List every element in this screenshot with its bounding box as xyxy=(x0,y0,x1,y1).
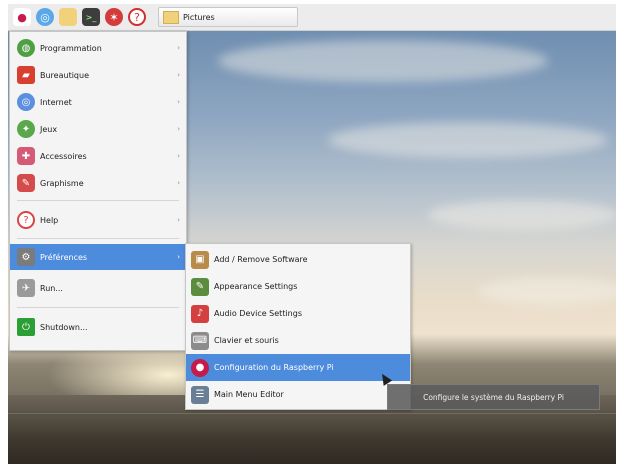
programming-icon: ◍ xyxy=(17,39,35,57)
raspberry-pi-menu-icon[interactable]: ● xyxy=(13,8,31,26)
chevron-right-icon: › xyxy=(177,179,180,187)
menu-item-label: Shutdown... xyxy=(40,322,88,332)
menu-item-programming[interactable]: ◍ Programmation › xyxy=(10,35,186,61)
submenu-item-raspberry-pi-configuration[interactable]: ● Configuration du Raspberry Pi xyxy=(186,354,410,381)
menu-separator xyxy=(17,307,179,308)
office-icon: ▰ xyxy=(17,66,35,84)
submenu-item-audio-device-settings[interactable]: ♪ Audio Device Settings xyxy=(186,300,410,327)
menu-item-office[interactable]: ▰ Bureautique › xyxy=(10,62,186,88)
chevron-right-icon: › xyxy=(177,44,180,52)
submenu-item-appearance-settings[interactable]: ✎ Appearance Settings xyxy=(186,273,410,300)
chevron-right-icon: › xyxy=(177,71,180,79)
submenu-item-label: Appearance Settings xyxy=(214,282,298,291)
menu-item-label: Jeux xyxy=(40,124,58,134)
menu-item-preferences[interactable]: ⚙ Préférences › xyxy=(10,244,186,270)
taskbar-window-label: Pictures xyxy=(183,12,215,22)
menu-item-internet[interactable]: ◎ Internet › xyxy=(10,89,186,115)
menu-item-shutdown[interactable]: ⏻ Shutdown... xyxy=(10,314,186,340)
graphics-icon: ✎ xyxy=(17,174,35,192)
cloud-shape xyxy=(328,122,608,158)
wolfram-icon[interactable]: ✶ xyxy=(105,8,123,26)
chevron-right-icon: › xyxy=(177,152,180,160)
preferences-submenu: ▣ Add / Remove Software ✎ Appearance Set… xyxy=(185,243,411,410)
cloud-shape xyxy=(218,40,548,82)
help-icon: ? xyxy=(17,211,35,229)
appearance-icon: ✎ xyxy=(191,277,209,296)
help-icon[interactable]: ? xyxy=(128,8,146,26)
menu-item-games[interactable]: ✦ Jeux › xyxy=(10,116,186,142)
cloud-shape xyxy=(478,277,616,305)
terminal-icon[interactable]: >_ xyxy=(82,8,100,26)
menu-item-label: Graphisme xyxy=(40,178,84,188)
tooltip-text: Configure le système du Raspberry Pi xyxy=(423,392,564,402)
menu-item-label: Internet xyxy=(40,97,72,107)
submenu-item-main-menu-editor[interactable]: ☰ Main Menu Editor xyxy=(186,381,410,408)
submenu-item-label: Add / Remove Software xyxy=(214,255,308,264)
menu-item-label: Help xyxy=(40,215,59,225)
folder-icon xyxy=(163,10,179,24)
tooltip: Configure le système du Raspberry Pi xyxy=(387,384,600,410)
menu-separator xyxy=(17,238,179,239)
menu-item-label: Run... xyxy=(40,283,63,293)
internet-icon: ◎ xyxy=(17,93,35,111)
menu-item-label: Programmation xyxy=(40,43,102,53)
run-icon: ✈ xyxy=(17,279,35,297)
preferences-icon: ⚙ xyxy=(17,248,35,266)
submenu-item-label: Clavier et souris xyxy=(214,336,279,345)
chevron-right-icon: › xyxy=(177,98,180,106)
taskbar-window-pictures[interactable]: Pictures xyxy=(158,7,298,27)
submenu-item-label: Configuration du Raspberry Pi xyxy=(214,363,334,372)
raspberry-pi-icon: ● xyxy=(191,358,209,377)
cloud-shape xyxy=(428,200,616,230)
games-icon: ✦ xyxy=(17,120,35,138)
chevron-right-icon: › xyxy=(177,216,180,224)
web-browser-icon[interactable]: ◎ xyxy=(36,8,54,26)
menu-item-graphics[interactable]: ✎ Graphisme › xyxy=(10,170,186,196)
file-manager-icon[interactable] xyxy=(59,8,77,26)
submenu-item-add-remove-software[interactable]: ▣ Add / Remove Software xyxy=(186,246,410,273)
submenu-item-label: Main Menu Editor xyxy=(214,390,284,399)
chevron-right-icon: › xyxy=(177,253,180,261)
submenu-item-keyboard-mouse[interactable]: ⌨ Clavier et souris xyxy=(186,327,410,354)
audio-icon: ♪ xyxy=(191,304,209,323)
shutdown-icon: ⏻ xyxy=(17,318,35,336)
package-icon: ▣ xyxy=(191,250,209,269)
submenu-item-label: Audio Device Settings xyxy=(214,309,302,318)
main-menu: ◍ Programmation › ▰ Bureautique › ◎ Inte… xyxy=(9,31,187,351)
menu-item-accessories[interactable]: ✚ Accessoires › xyxy=(10,143,186,169)
menu-item-label: Préférences xyxy=(40,252,88,262)
menu-item-label: Bureautique xyxy=(40,70,89,80)
menu-separator xyxy=(17,200,179,201)
menu-editor-icon: ☰ xyxy=(191,385,209,404)
menu-item-run[interactable]: ✈ Run... xyxy=(10,275,186,301)
menu-item-help[interactable]: ? Help › xyxy=(10,207,186,233)
accessories-icon: ✚ xyxy=(17,147,35,165)
taskbar: ● ◎ >_ ✶ ? Pictures xyxy=(8,4,616,31)
keyboard-mouse-icon: ⌨ xyxy=(191,331,209,350)
chevron-right-icon: › xyxy=(177,125,180,133)
menu-item-label: Accessoires xyxy=(40,151,87,161)
